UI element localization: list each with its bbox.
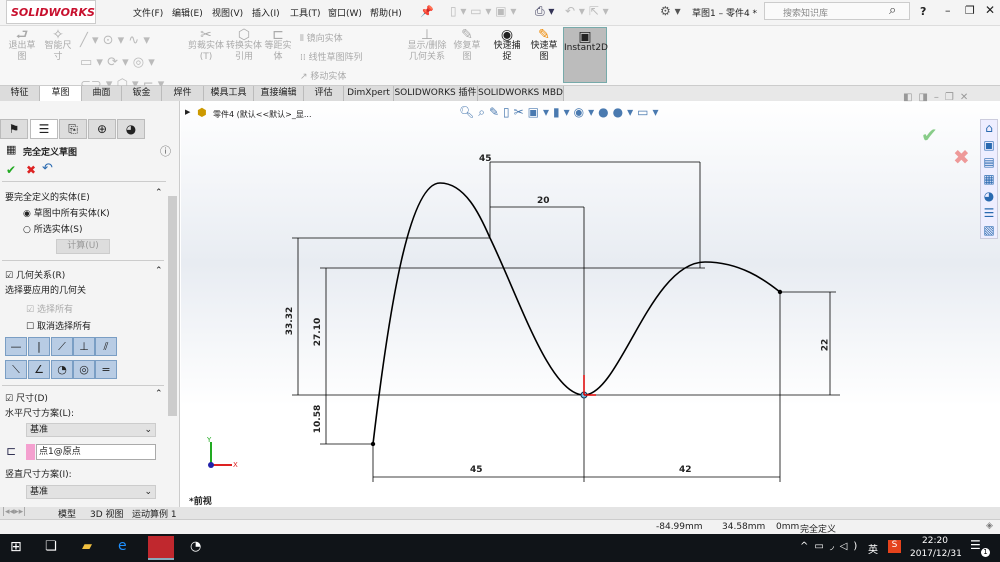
dimension-10-58[interactable]: 10.58 bbox=[313, 405, 323, 433]
dimension-42[interactable]: 42 bbox=[679, 465, 692, 475]
dimension-20[interactable]: 20 bbox=[537, 196, 550, 206]
task-view-icon[interactable]: ❏ bbox=[45, 539, 57, 554]
solidworks-taskbar-icon[interactable] bbox=[148, 536, 174, 560]
tray-icons[interactable]: ^▭◞◁) bbox=[800, 541, 863, 552]
dimension-33-32[interactable]: 33.32 bbox=[285, 307, 295, 335]
spline-endpoint bbox=[777, 289, 783, 295]
triad-y-label: Y bbox=[207, 436, 212, 444]
app-taskbar-icon[interactable]: ◔ bbox=[190, 539, 201, 554]
tag-icon[interactable]: ◈ bbox=[986, 521, 993, 531]
notification-count: 1 bbox=[981, 548, 990, 557]
spline-endpoint bbox=[370, 441, 376, 447]
view-name: *前视 bbox=[189, 497, 212, 507]
ime-indicator[interactable]: 英 bbox=[868, 541, 878, 556]
dimension-27-10[interactable]: 27.10 bbox=[313, 318, 323, 346]
spline-curve bbox=[372, 182, 781, 445]
status-x-coord: -84.99mm bbox=[656, 522, 703, 532]
dimension-22[interactable]: 22 bbox=[820, 339, 830, 352]
triad-x-label: X bbox=[233, 461, 238, 469]
dimension-45-top[interactable]: 45 bbox=[479, 154, 492, 164]
bottom-tabs: |◂◂▸▸| 模型 3D 视图 运动算例 1 bbox=[0, 507, 1000, 520]
windows-taskbar: ⊞ ❏ ▰ e ◔ ^▭◞◁) 英 S 22:20 2017/12/31 ☰ 1 bbox=[0, 534, 1000, 562]
sketch-canvas bbox=[208, 161, 840, 482]
clock-date[interactable]: 2017/12/31 bbox=[910, 549, 962, 559]
status-z-coord: 0mm bbox=[776, 522, 800, 532]
tab-scroll-arrows[interactable]: |◂◂▸▸| bbox=[2, 507, 26, 517]
sogou-icon[interactable]: S bbox=[888, 540, 901, 553]
file-explorer-icon[interactable]: ▰ bbox=[82, 539, 92, 554]
edge-icon[interactable]: e bbox=[118, 538, 127, 554]
notification-icon[interactable]: ☰ bbox=[970, 538, 981, 552]
status-bar: -84.99mm 34.58mm 0mm 完全定义 ◈ bbox=[0, 519, 1000, 535]
graphics-area[interactable]: ▶ ⬢ 零件4 (默认<<默认>_显... 🔍︎⌕✎▯✂▣▾▮▾◉▾●●▾▭▾ … bbox=[181, 92, 1000, 507]
windows-start-icon[interactable]: ⊞ bbox=[10, 539, 22, 555]
status-y-coord: 34.58mm bbox=[722, 522, 766, 532]
clock-time[interactable]: 22:20 bbox=[922, 536, 948, 546]
dimension-45-bottom[interactable]: 45 bbox=[470, 465, 483, 475]
triad-origin bbox=[208, 462, 214, 468]
